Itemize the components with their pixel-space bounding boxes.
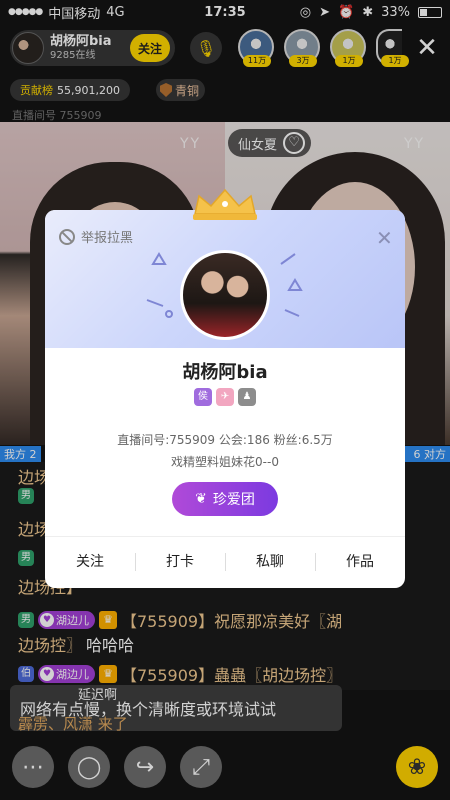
id-badge-icon: ♟ bbox=[238, 388, 256, 406]
plane-badge-icon: ✈ bbox=[216, 388, 234, 406]
crown-decoration-icon bbox=[193, 188, 257, 220]
checkin-action[interactable]: 打卡 bbox=[135, 537, 225, 588]
fanclub-label: 珍爱团 bbox=[212, 492, 255, 508]
profile-avatar[interactable] bbox=[180, 250, 270, 340]
profile-signature: 戏精塑料姐妹花0--0 bbox=[171, 455, 279, 469]
card-close-icon[interactable]: ✕ bbox=[376, 226, 393, 250]
message-action[interactable]: 私聊 bbox=[225, 537, 315, 588]
follow-action[interactable]: 关注 bbox=[45, 537, 135, 588]
wings-heart-icon: ❦ bbox=[195, 491, 207, 507]
works-action[interactable]: 作品 bbox=[315, 537, 405, 588]
ban-icon bbox=[59, 228, 75, 245]
profile-stats: 直播间号:755909 公会:186 粉丝:6.5万 bbox=[117, 433, 333, 447]
profile-name: 胡杨阿bia bbox=[182, 362, 268, 383]
profile-card: 举报拉黑 ✕ 胡杨阿bia 侯 ✈ ♟ 直播间号:755909 公会:186 粉… bbox=[45, 210, 405, 588]
report-block-button[interactable]: 举报拉黑 bbox=[59, 227, 133, 246]
fanclub-button[interactable]: ❦ 珍爱团 bbox=[172, 482, 278, 516]
profile-badges: 侯 ✈ ♟ bbox=[45, 388, 405, 406]
level-badge-icon: 侯 bbox=[194, 388, 212, 406]
card-actions: 关注 打卡 私聊 作品 bbox=[45, 537, 405, 588]
report-label: 举报拉黑 bbox=[81, 231, 134, 246]
